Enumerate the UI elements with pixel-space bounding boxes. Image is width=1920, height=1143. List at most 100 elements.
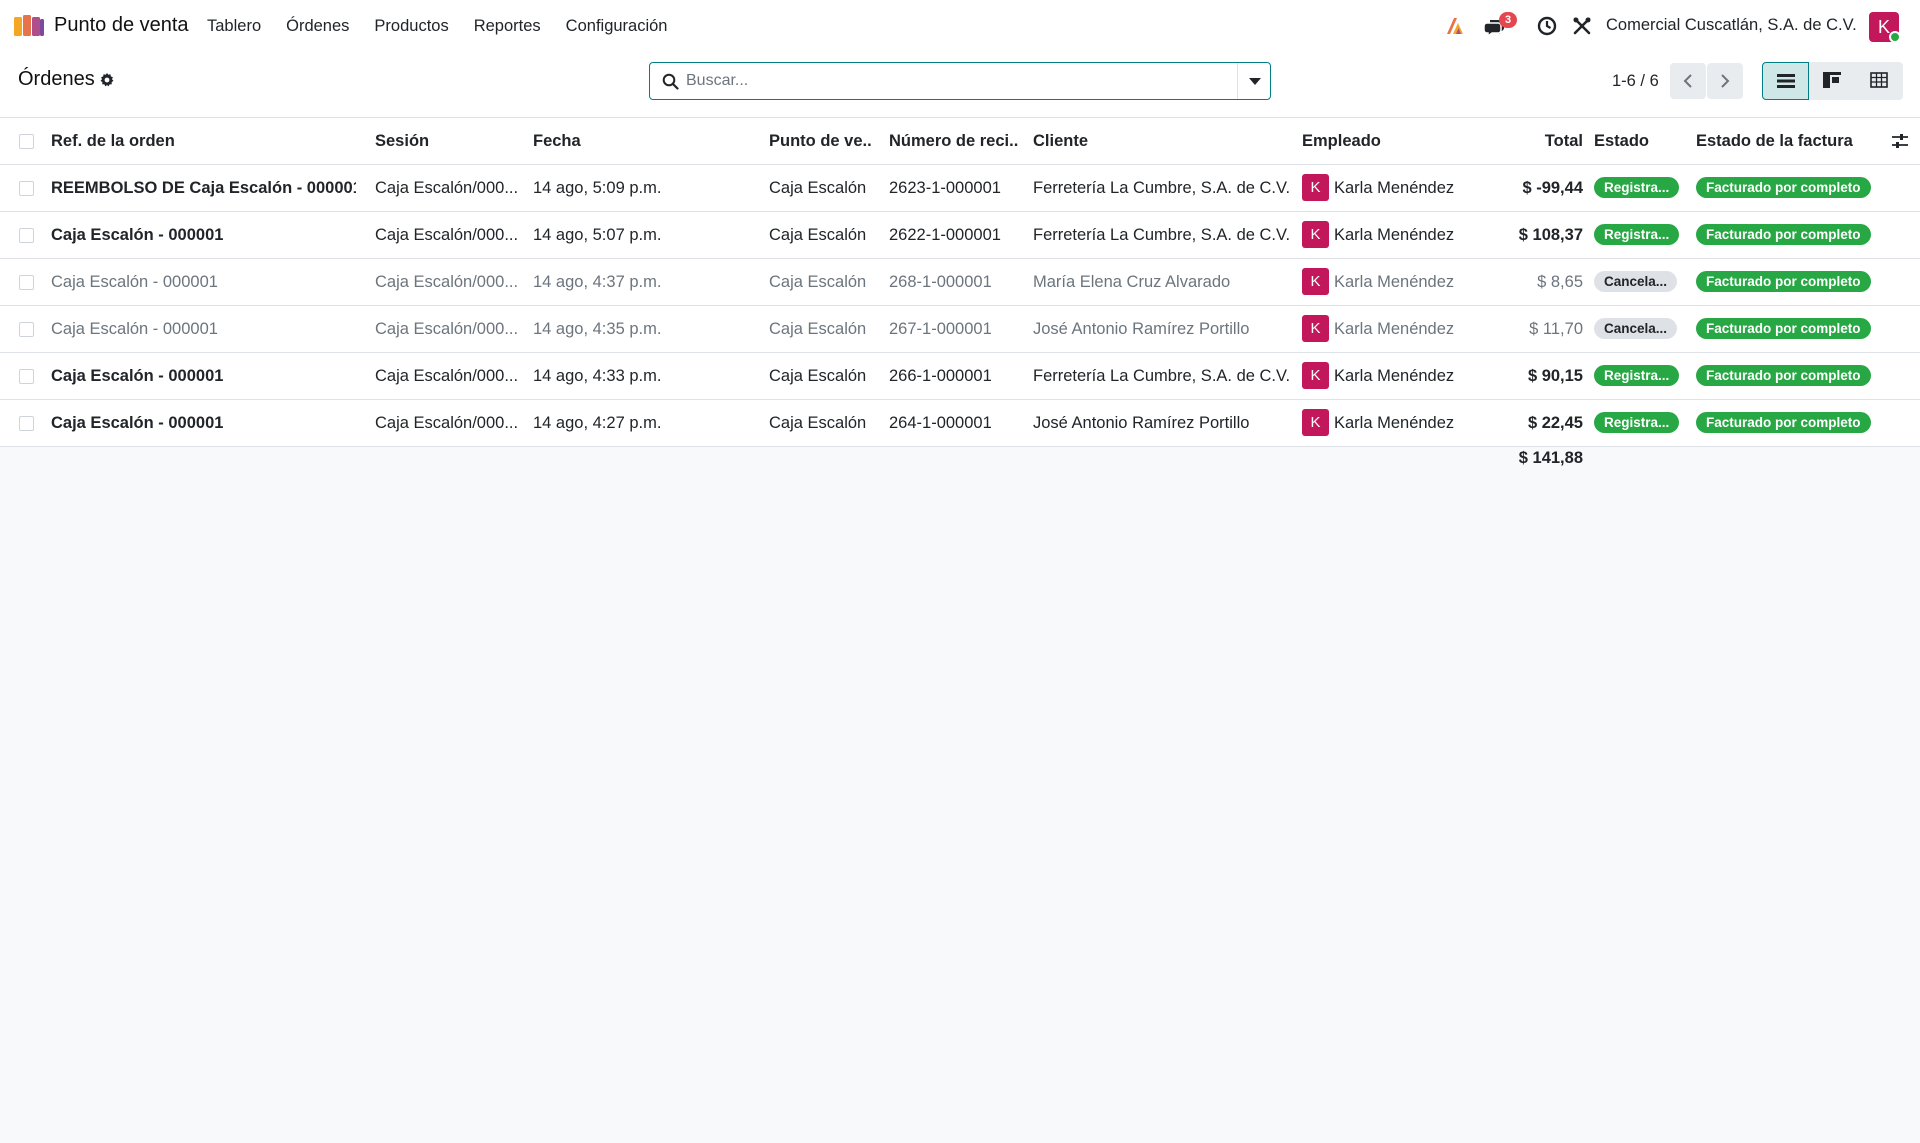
order-date: 14 ago, 4:33 p.m. [533, 367, 662, 385]
order-state: Registra... [1594, 212, 1684, 258]
column-header-employee[interactable]: Empleado [1302, 118, 1492, 164]
column-header-date[interactable]: Fecha [533, 118, 758, 164]
kanban-view-icon [1823, 72, 1841, 88]
order-employee: K Karla Menéndez [1302, 259, 1492, 305]
order-ref: Caja Escalón - 000001 [51, 273, 218, 291]
invoice-state-badge: Facturado por completo [1696, 223, 1871, 245]
order-session: Caja Escalón/000... [375, 367, 519, 385]
order-state: Registra... [1594, 353, 1684, 399]
order-state: Cancela... [1594, 259, 1684, 305]
order-employee: K Karla Menéndez [1302, 212, 1492, 258]
menu-item-ordenes[interactable]: Órdenes [286, 17, 349, 36]
table-row[interactable]: Caja Escalón - 000001 Caja Escalón/000..… [0, 353, 1920, 400]
column-header-receipt[interactable]: Número de reci... [889, 118, 1019, 164]
pager-next-button[interactable] [1707, 63, 1743, 99]
order-receipt: 2623-1-000001 [889, 179, 1001, 197]
app-logo-icon[interactable] [14, 14, 44, 36]
order-total: $ 22,45 [1527, 414, 1583, 432]
order-client: José Antonio Ramírez Portillo [1033, 414, 1250, 432]
menu-item-reportes[interactable]: Reportes [474, 17, 541, 36]
search-options-toggle[interactable] [1237, 63, 1270, 99]
select-all-checkbox[interactable] [19, 134, 34, 149]
state-badge: Registra... [1594, 364, 1680, 386]
order-ref: Caja Escalón - 000001 [51, 320, 218, 338]
chevron-left-icon [1683, 74, 1692, 88]
page-title: Órdenes [18, 68, 95, 90]
column-header-invoice-state[interactable]: Estado de la factura [1696, 118, 1886, 164]
pager-previous-button[interactable] [1670, 63, 1706, 99]
messages-count-badge: 3 [1499, 12, 1518, 28]
invoice-state-badge: Facturado por completo [1696, 270, 1871, 292]
column-header-session[interactable]: Sesión [375, 118, 520, 164]
optional-columns-icon[interactable] [1891, 133, 1909, 149]
menu-item-tablero[interactable]: Tablero [207, 17, 261, 36]
invoice-state-badge: Facturado por completo [1696, 364, 1871, 386]
row-checkbox[interactable] [19, 181, 34, 196]
table-row[interactable]: Caja Escalón - 000001 Caja Escalón/000..… [0, 259, 1920, 306]
order-session: Caja Escalón/000... [375, 273, 519, 291]
list-view-button[interactable] [1762, 62, 1809, 100]
order-session: Caja Escalón/000... [375, 414, 519, 432]
order-invoice-state: Facturado por completo [1696, 165, 1886, 211]
row-checkbox[interactable] [19, 416, 34, 431]
order-client: María Elena Cruz Alvarado [1033, 273, 1231, 291]
table-row[interactable]: Caja Escalón - 000001 Caja Escalón/000..… [0, 306, 1920, 353]
state-badge: Registra... [1594, 223, 1680, 245]
main-navbar: Punto de venta Tablero Órdenes Productos… [0, 0, 1920, 52]
row-checkbox[interactable] [19, 228, 34, 243]
invoice-state-badge: Facturado por completo [1696, 317, 1871, 339]
order-state: Registra... [1594, 400, 1684, 446]
column-header-state[interactable]: Estado [1594, 118, 1684, 164]
employee-name: Karla Menéndez [1334, 179, 1455, 197]
row-checkbox[interactable] [19, 275, 34, 290]
search-input[interactable] [686, 63, 1256, 99]
row-checkbox[interactable] [19, 369, 34, 384]
menu-item-productos[interactable]: Productos [374, 17, 448, 36]
order-total: $ 8,65 [1537, 273, 1583, 291]
gear-icon[interactable] [99, 72, 115, 88]
activity-clock-icon[interactable] [1536, 15, 1558, 37]
order-total: $ 108,37 [1518, 226, 1583, 244]
employee-avatar: K [1302, 314, 1329, 342]
order-ref: Caja Escalón - 000001 [51, 367, 224, 385]
app-name[interactable]: Punto de venta [54, 14, 189, 37]
table-view-button[interactable] [1856, 62, 1903, 100]
state-badge: Registra... [1594, 176, 1680, 198]
list-view-icon [1777, 74, 1795, 88]
order-state: Cancela... [1594, 306, 1684, 352]
employee-avatar: K [1302, 361, 1329, 389]
caret-down-icon [1249, 78, 1261, 85]
kanban-view-button[interactable] [1809, 62, 1856, 100]
order-pos: Caja Escalón [769, 320, 867, 338]
order-pos: Caja Escalón [769, 367, 867, 385]
ai-assistant-icon[interactable] [1444, 15, 1466, 37]
chevron-right-icon [1721, 74, 1730, 88]
control-panel: Órdenes 1-6 / 6 [0, 52, 1920, 118]
order-client: Ferretería La Cumbre, S.A. de C.V. [1033, 367, 1291, 385]
order-pos: Caja Escalón [769, 414, 867, 432]
order-date: 14 ago, 4:37 p.m. [533, 273, 662, 291]
invoice-state-badge: Facturado por completo [1696, 176, 1871, 198]
column-header-ref[interactable]: Ref. de la orden [51, 118, 356, 164]
order-receipt: 266-1-000001 [889, 367, 992, 385]
order-ref: Caja Escalón - 000001 [51, 226, 224, 244]
table-row[interactable]: Caja Escalón - 000001 Caja Escalón/000..… [0, 212, 1920, 259]
company-switcher[interactable]: Comercial Cuscatlán, S.A. de C.V. [1606, 16, 1857, 35]
debug-tools-icon[interactable] [1571, 15, 1593, 37]
order-invoice-state: Facturado por completo [1696, 400, 1886, 446]
user-presence-indicator [1889, 31, 1901, 43]
row-checkbox[interactable] [19, 322, 34, 337]
order-total: $ 90,15 [1527, 367, 1583, 385]
column-header-pos[interactable]: Punto de ve... [769, 118, 872, 164]
employee-avatar: K [1302, 220, 1329, 248]
order-invoice-state: Facturado por completo [1696, 306, 1886, 352]
order-employee: K Karla Menéndez [1302, 353, 1492, 399]
pager-value[interactable]: 1-6 / 6 [1612, 72, 1659, 91]
column-header-client[interactable]: Cliente [1033, 118, 1295, 164]
table-row[interactable]: Caja Escalón - 000001 Caja Escalón/000..… [0, 400, 1920, 447]
table-row[interactable]: REEMBOLSO DE Caja Escalón - 000001 Caja … [0, 165, 1920, 212]
order-invoice-state: Facturado por completo [1696, 259, 1886, 305]
employee-avatar: K [1302, 173, 1329, 201]
menu-item-configuracion[interactable]: Configuración [566, 17, 668, 36]
column-header-total[interactable]: Total [1470, 118, 1583, 164]
